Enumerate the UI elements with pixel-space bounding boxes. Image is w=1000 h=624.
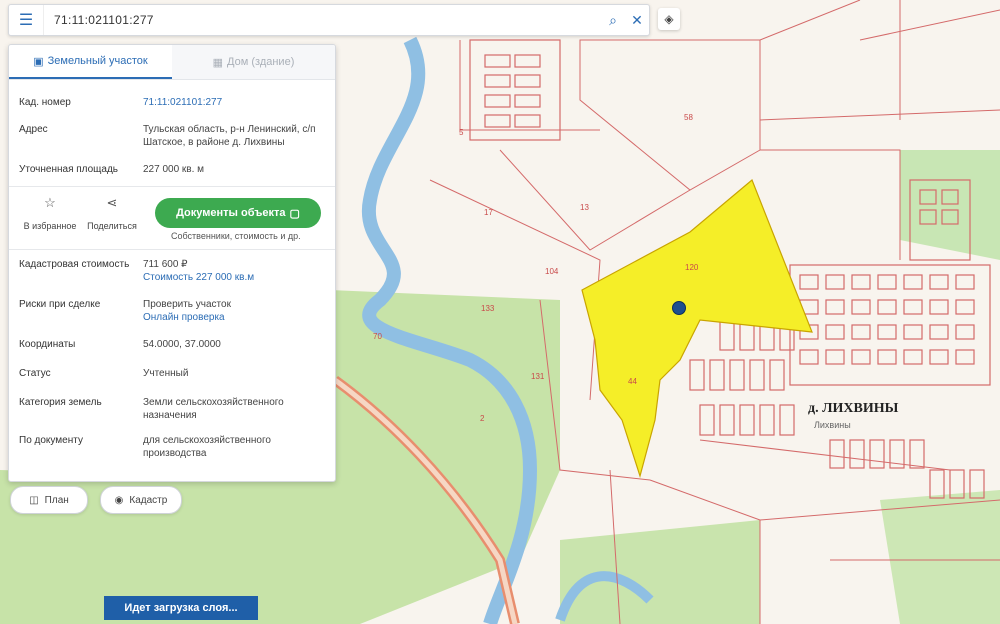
risk-link[interactable]: Онлайн проверка [143,311,325,324]
order-documents-button[interactable]: Документы объекта ▢ [155,198,321,228]
svg-text:131: 131 [531,372,545,381]
use-value: для сельскохозяйственного производства [143,435,271,459]
address-value: Тульская область, р-н Ленинский, с/п Шат… [143,124,316,148]
search-bar[interactable]: ☰ 71:11:021101:277 ⌕ ✕ [8,4,650,36]
coords-value: 54.0000, 37.0000 [143,339,221,350]
parcel-info-panel: ▣ Земельный участок ▦ Дом (здание) Кад. … [8,44,336,482]
category-label: Категория земель [19,397,102,408]
close-icon[interactable]: ✕ [625,12,649,29]
share-label: Поделиться [87,221,137,231]
map-label-village: д. ЛИХВИНЫ [808,401,899,416]
star-icon: ☆ [44,195,56,210]
cadastre-label: Кадастр [129,494,168,506]
search-input[interactable]: 71:11:021101:277 [44,13,601,27]
plan-icon: ◫ [29,494,39,506]
svg-text:44: 44 [628,377,637,386]
building-icon: ▦ [212,56,224,69]
svg-text:13: 13 [580,203,589,212]
share-icon: ⋖ [106,195,118,210]
cadastral-label: Кад. номер [19,97,71,108]
tab-land-plot-label: Земельный участок [47,55,148,67]
area-value: 227 000 кв. м [143,164,205,175]
map-mode-cadastre-button[interactable]: ◉ Кадастр [100,486,182,514]
menu-icon[interactable]: ☰ [9,5,44,35]
cost-label: Кадастровая стоимость [19,259,130,270]
status-label: Статус [19,368,51,379]
cadastral-value[interactable]: 71:11:021101:277 [143,96,325,109]
share-button[interactable]: ⋖ Поделиться [81,195,143,231]
order-documents-sub: Собственники, стоимость и др. [171,231,301,241]
svg-text:17: 17 [484,208,493,217]
category-value: Земли сельскохозяйственного назначения [143,397,284,421]
address-label: Адрес [19,124,48,135]
svg-text:104: 104 [545,267,559,276]
cost-value: 711 600 ₽ [143,259,188,270]
layers-icon[interactable]: ◈ [658,8,680,30]
plan-label: План [44,494,69,506]
tab-building[interactable]: ▦ Дом (здание) [172,45,335,79]
area-label: Уточненная площадь [19,164,119,175]
eye-icon: ◉ [114,494,124,506]
order-documents-label: Документы объекта [176,207,286,219]
tab-building-label: Дом (здание) [227,56,295,68]
svg-text:120: 120 [685,263,699,272]
svg-text:2: 2 [480,414,485,423]
coords-label: Координаты [19,339,76,350]
status-value: Учтенный [143,368,189,379]
svg-text:58: 58 [684,113,693,122]
svg-text:5: 5 [459,128,464,137]
svg-text:70: 70 [373,332,382,341]
svg-text:133: 133 [481,304,495,313]
loading-banner: Идет загрузка слоя... [104,596,258,620]
use-label: По документу [19,435,83,446]
cost-link[interactable]: Стоимость 227 000 кв.м [143,271,325,284]
favorites-label: В избранное [23,221,77,231]
parcel-icon: ▣ [33,55,44,68]
favorites-button[interactable]: ☆ В избранное [19,195,81,231]
search-icon[interactable]: ⌕ [601,12,625,29]
risk-label: Риски при сделке [19,299,101,310]
map-mode-plan-button[interactable]: ◫ План [10,486,88,514]
risk-value: Проверить участок [143,299,231,310]
map-label-village-sub: Лихвины [814,420,851,430]
location-marker[interactable] [672,301,686,315]
document-icon: ▢ [289,207,300,220]
tab-land-plot[interactable]: ▣ Земельный участок [9,45,172,79]
